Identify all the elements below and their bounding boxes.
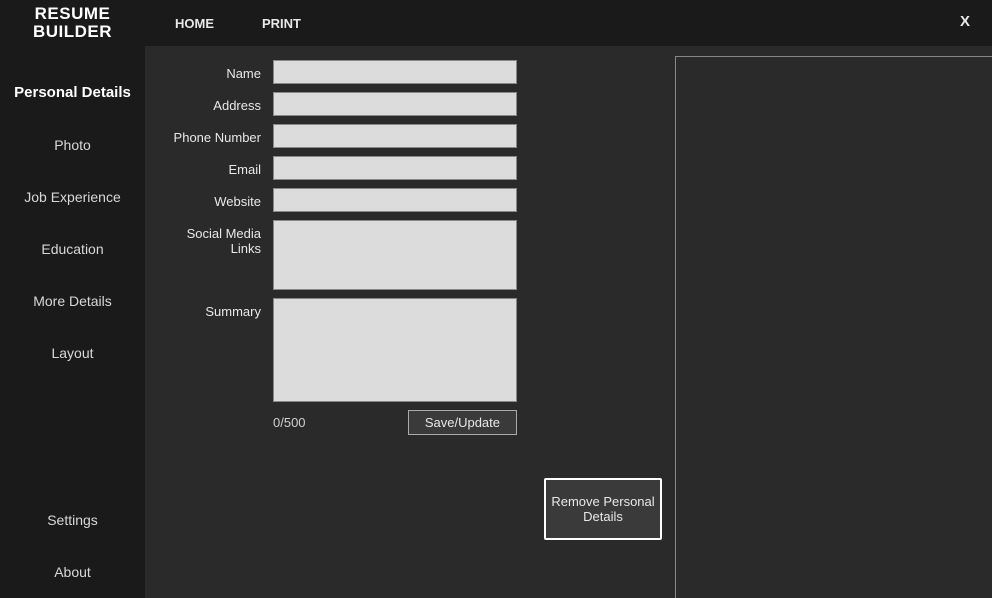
nav-print[interactable]: PRINT <box>262 16 301 31</box>
char-counter: 0/500 <box>273 415 408 430</box>
top-nav: HOME PRINT <box>175 16 301 31</box>
row-email: Email <box>155 156 535 180</box>
counter-wrap: 0/500 Save/Update <box>273 410 517 435</box>
logo-line2: BUILDER <box>0 23 145 41</box>
label-phone: Phone Number <box>155 124 273 145</box>
label-social: Social Media Links <box>155 220 273 256</box>
input-website[interactable] <box>273 188 517 212</box>
sidebar-item-layout[interactable]: Layout <box>0 327 145 379</box>
sidebar-item-education[interactable]: Education <box>0 223 145 275</box>
input-name[interactable] <box>273 60 517 84</box>
label-email: Email <box>155 156 273 177</box>
input-phone[interactable] <box>273 124 517 148</box>
form-column: Name Address Phone Number Email <box>155 60 535 588</box>
row-counter: 0/500 Save/Update <box>155 410 535 435</box>
input-email[interactable] <box>273 156 517 180</box>
label-summary: Summary <box>155 298 273 319</box>
textarea-summary[interactable] <box>273 298 517 402</box>
main-panel: Name Address Phone Number Email <box>145 46 992 598</box>
sidebar-item-about[interactable]: About <box>0 546 145 598</box>
row-address: Address <box>155 92 535 116</box>
close-button[interactable]: X <box>960 13 970 30</box>
row-website: Website <box>155 188 535 212</box>
sidebar-item-photo[interactable]: Photo <box>0 119 145 171</box>
row-summary: Summary <box>155 298 535 402</box>
sidebar-item-personal-details[interactable]: Personal Details <box>0 66 145 119</box>
sidebar-spacer <box>0 379 145 494</box>
app-body: Personal Details Photo Job Experience Ed… <box>0 46 992 598</box>
label-name: Name <box>155 60 273 81</box>
preview-panel <box>675 56 992 598</box>
input-address[interactable] <box>273 92 517 116</box>
row-name: Name <box>155 60 535 84</box>
row-phone: Phone Number <box>155 124 535 148</box>
label-address: Address <box>155 92 273 113</box>
sidebar-item-settings[interactable]: Settings <box>0 494 145 546</box>
sidebar-item-job-experience[interactable]: Job Experience <box>0 171 145 223</box>
logo-line1: RESUME <box>0 5 145 23</box>
app-window: RESUME BUILDER HOME PRINT X Personal Det… <box>0 0 992 598</box>
sidebar: Personal Details Photo Job Experience Ed… <box>0 46 145 598</box>
save-update-button[interactable]: Save/Update <box>408 410 517 435</box>
remove-personal-details-button[interactable]: Remove Personal Details <box>544 478 662 540</box>
sidebar-item-more-details[interactable]: More Details <box>0 275 145 327</box>
row-social: Social Media Links <box>155 220 535 290</box>
app-logo: RESUME BUILDER <box>0 5 145 41</box>
label-website: Website <box>155 188 273 209</box>
nav-home[interactable]: HOME <box>175 16 214 31</box>
header-bar: RESUME BUILDER HOME PRINT X <box>0 0 992 46</box>
textarea-social[interactable] <box>273 220 517 290</box>
remove-wrap: Remove Personal Details <box>544 478 662 540</box>
